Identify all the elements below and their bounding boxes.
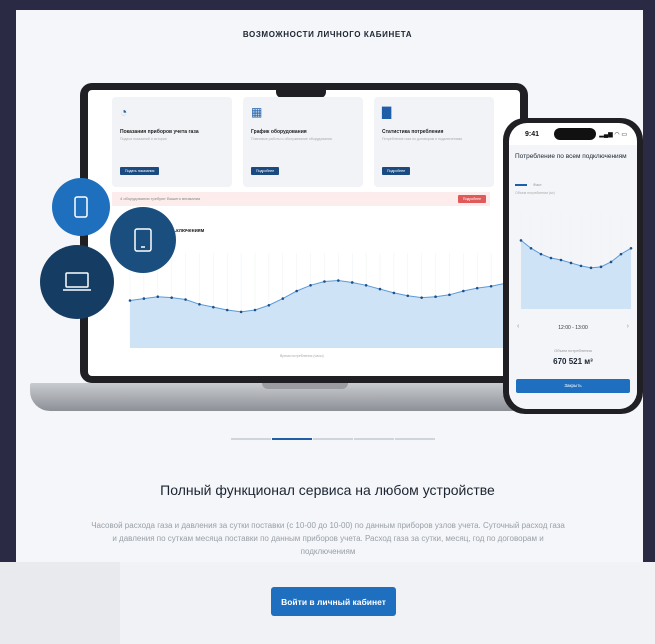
- phone-screen: 9:41 ▂▄▆ ◠ ▭ Потребление по всем подключ…: [509, 123, 637, 409]
- data-point: [448, 293, 451, 297]
- phone-device-icon: [52, 178, 110, 236]
- data-point: [142, 297, 146, 300]
- legend-label: Факт: [533, 182, 542, 187]
- phone-volume: 670 521 м³: [553, 357, 593, 366]
- phone-range: 12:00 - 13:00: [558, 325, 588, 331]
- data-point: [579, 264, 583, 268]
- feature-title: Показания приборов учета газа: [120, 129, 199, 135]
- data-point: [420, 296, 423, 299]
- data-point: [253, 308, 257, 312]
- phone-legend: Факт: [515, 182, 542, 187]
- data-point: [128, 299, 132, 302]
- alert-bar: 4 оборудования требуют Вашего внимания П…: [112, 192, 490, 206]
- feature-title: Статистика потребления: [382, 129, 444, 135]
- data-point: [569, 261, 573, 265]
- data-point: [225, 308, 229, 312]
- laptop-groove: [262, 383, 348, 389]
- feature-desc: Подача показаний и история: [120, 137, 167, 141]
- data-point: [364, 284, 368, 287]
- phone-volume-label: Объем потребления: [554, 348, 592, 353]
- slider-dot[interactable]: [395, 438, 435, 440]
- phone-chart-subtitle: Объем потребления (м³): [515, 191, 555, 195]
- area-fill: [521, 240, 631, 309]
- data-point: [519, 239, 523, 242]
- phone-status-icons: ▂▄▆ ◠ ▭: [599, 132, 627, 138]
- bottom-strip-shade: [0, 562, 120, 644]
- laptop-chart-title: ...ключениям: [172, 228, 205, 234]
- laptop-device-icon: [40, 245, 114, 319]
- data-point: [559, 258, 563, 262]
- feature-card-schedule: ▦ График оборудования Плановые работы и …: [243, 97, 363, 187]
- data-point: [309, 284, 312, 287]
- phone-title: Потребление по всем подключениям: [515, 153, 627, 160]
- data-point: [529, 246, 533, 250]
- feature-card-meters: ◔ Показания приборов учета газа Подача п…: [112, 97, 232, 187]
- phone-island: [554, 128, 596, 140]
- feature-card-stats: ▇ Статистика потребления Потребление газ…: [374, 97, 494, 187]
- phone-time: 9:41: [525, 131, 540, 138]
- phone-chart: [519, 211, 633, 309]
- data-point: [539, 252, 543, 256]
- data-point: [378, 287, 382, 291]
- data-point: [198, 303, 201, 306]
- data-point: [599, 265, 603, 269]
- data-point: [267, 303, 271, 307]
- chevron-right-icon[interactable]: ›: [627, 323, 629, 330]
- alert-button[interactable]: Подробнее: [458, 195, 486, 203]
- data-point: [295, 289, 298, 293]
- area-fill: [130, 280, 505, 348]
- data-point: [475, 286, 479, 290]
- calendar-icon: ▦: [251, 105, 263, 119]
- slider-dot[interactable]: [313, 438, 353, 440]
- feature-desc: Потребление газа по договорам и подключе…: [382, 137, 462, 141]
- data-point: [489, 284, 493, 288]
- data-point: [462, 289, 465, 293]
- feature-title: График оборудования: [251, 129, 307, 135]
- feature-button[interactable]: Подать показания: [120, 167, 160, 175]
- login-button[interactable]: Войти в личный кабинет: [271, 587, 396, 616]
- main-title: Полный функционал сервиса на любом устро…: [160, 482, 495, 498]
- data-point: [239, 310, 243, 314]
- slider-dot[interactable]: [354, 438, 394, 440]
- data-point: [350, 281, 354, 284]
- data-point: [170, 296, 173, 299]
- slider-dot[interactable]: [231, 438, 271, 440]
- data-point: [406, 294, 410, 298]
- laptop-base: [30, 383, 580, 411]
- data-point: [392, 291, 396, 295]
- laptop-chart-xlabel: Время потребления (часы): [280, 354, 324, 358]
- data-point: [589, 266, 593, 270]
- feature-button[interactable]: Подробнее: [251, 167, 280, 175]
- data-point: [281, 297, 285, 300]
- main-description: Часовой расхода газа и давления за сутки…: [91, 521, 565, 556]
- data-point: [609, 260, 613, 264]
- data-point: [156, 295, 160, 298]
- feature-desc: Плановые работы и обслуживание оборудова…: [251, 137, 332, 141]
- data-point: [619, 252, 623, 256]
- feature-button[interactable]: Подробнее: [382, 167, 411, 175]
- gauge-icon: ◔: [120, 105, 128, 119]
- data-point: [337, 279, 340, 282]
- data-point: [323, 280, 326, 283]
- bar-chart-icon: ▇: [382, 105, 392, 119]
- tablet-device-icon: [110, 207, 176, 273]
- section-heading: ВОЗМОЖНОСТИ ЛИЧНОГО КАБИНЕТА: [242, 30, 413, 39]
- alert-text: 4 оборудования требуют Вашего внимания: [120, 196, 201, 201]
- slider-dot-active[interactable]: [272, 438, 312, 440]
- data-point: [434, 295, 437, 298]
- data-point: [184, 298, 187, 301]
- data-point: [629, 246, 633, 250]
- phone-close-button[interactable]: Закрыть: [516, 379, 630, 393]
- data-point: [549, 256, 553, 260]
- data-point: [212, 305, 215, 309]
- legend-line: [515, 183, 527, 186]
